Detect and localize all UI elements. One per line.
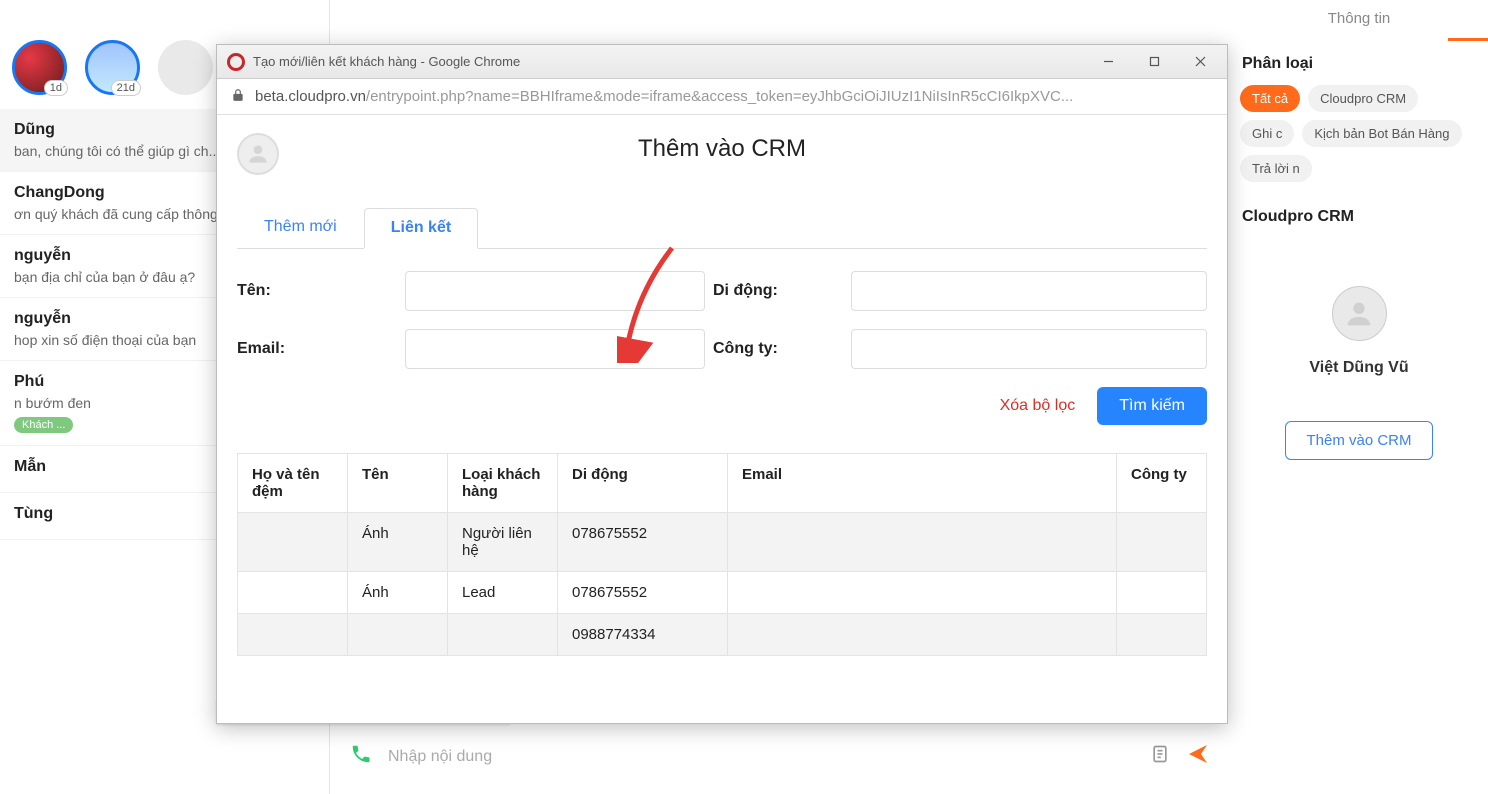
story-badge: 21d: [111, 80, 141, 96]
avatar-icon: [1332, 286, 1387, 341]
search-button[interactable]: Tìm kiếm: [1097, 387, 1207, 425]
address-bar[interactable]: beta.cloudpro.vn/entrypoint.php?name=BBH…: [217, 79, 1227, 115]
phone-icon[interactable]: [350, 743, 372, 771]
label-company: Công ty:: [713, 340, 843, 358]
label-mobile: Di động:: [713, 282, 843, 300]
col-lastname: Họ và tên đệm: [238, 454, 348, 513]
col-company: Công ty: [1117, 454, 1207, 513]
popup-body: Thêm vào CRM Thêm mới Liên kết Tên: Di đ…: [217, 115, 1227, 723]
window-titlebar[interactable]: Tạo mới/liên kết khách hàng - Google Chr…: [217, 45, 1227, 79]
tag-all[interactable]: Tất cả: [1240, 85, 1300, 112]
table-row[interactable]: Ánh Lead 078675552: [238, 572, 1207, 614]
section-title: Cloudpro CRM: [1242, 208, 1476, 226]
section-title: Phân loại: [1242, 55, 1476, 73]
add-to-crm-button[interactable]: Thêm vào CRM: [1285, 421, 1432, 460]
input-email[interactable]: [405, 329, 705, 369]
col-firstname: Tên: [348, 454, 448, 513]
app-icon: [227, 53, 245, 71]
results-table: Họ và tên đệm Tên Loại khách hàng Di độn…: [237, 453, 1207, 656]
label-email: Email:: [237, 340, 397, 358]
tag-list: Tất cả Cloudpro CRM Ghi c Kịch bản Bot B…: [1238, 85, 1480, 182]
tab-bar: Thêm mới Liên kết: [237, 207, 1207, 249]
table-header-row: Họ và tên đệm Tên Loại khách hàng Di độn…: [238, 454, 1207, 513]
table-row[interactable]: 0988774334: [238, 614, 1207, 656]
lock-icon: [231, 88, 245, 105]
minimize-button[interactable]: [1085, 48, 1131, 76]
col-email: Email: [728, 454, 1117, 513]
tab-indicator: [1448, 38, 1488, 41]
input-company[interactable]: [851, 329, 1207, 369]
url-text: beta.cloudpro.vn/entrypoint.php?name=BBH…: [255, 88, 1073, 105]
popup-heading: Thêm vào CRM: [237, 135, 1207, 163]
label-name: Tên:: [237, 282, 397, 300]
story-3[interactable]: [158, 40, 213, 95]
input-mobile[interactable]: [851, 271, 1207, 311]
story-2[interactable]: 21d: [85, 40, 140, 95]
profile-name: Việt Dũng Vũ: [1238, 359, 1480, 377]
col-type: Loại khách hàng: [448, 454, 558, 513]
clear-filter-link[interactable]: Xóa bộ lọc: [1000, 397, 1076, 415]
col-mobile: Di động: [558, 454, 728, 513]
profile-block: Việt Dũng Vũ Thêm vào CRM: [1238, 286, 1480, 460]
tag-item[interactable]: Ghi c: [1240, 120, 1294, 147]
maximize-button[interactable]: [1131, 48, 1177, 76]
form-actions: Xóa bộ lọc Tìm kiếm: [237, 387, 1207, 425]
message-input[interactable]: Nhập nội dung: [388, 740, 1134, 774]
send-icon[interactable]: [1186, 742, 1210, 772]
composer: Nhập nội dung: [350, 740, 1210, 774]
input-name[interactable]: [405, 271, 705, 311]
tab-link[interactable]: Liên kết: [364, 208, 478, 249]
document-icon[interactable]: [1150, 744, 1170, 770]
tag-item[interactable]: Cloudpro CRM: [1308, 85, 1418, 112]
info-sidebar: Thông tin Phân loại Tất cả Cloudpro CRM …: [1230, 0, 1488, 794]
story-badge: 1d: [44, 80, 68, 96]
tag-item[interactable]: Trả lời n: [1240, 155, 1312, 182]
story-1[interactable]: 1d: [12, 40, 67, 95]
filter-form: Tên: Di động: Email: Công ty:: [237, 271, 1207, 369]
info-tab[interactable]: Thông tin: [1238, 0, 1480, 41]
table-row[interactable]: Ánh Người liên hệ 078675552: [238, 513, 1207, 572]
popup-window: Tạo mới/liên kết khách hàng - Google Chr…: [216, 44, 1228, 724]
contact-avatar-icon: [237, 133, 279, 175]
chat-tag: Khách ...: [14, 417, 73, 433]
window-title: Tạo mới/liên kết khách hàng - Google Chr…: [253, 54, 1085, 69]
tag-item[interactable]: Kịch bản Bot Bán Hàng: [1302, 120, 1461, 147]
close-button[interactable]: [1177, 48, 1223, 76]
tab-new[interactable]: Thêm mới: [237, 207, 364, 248]
